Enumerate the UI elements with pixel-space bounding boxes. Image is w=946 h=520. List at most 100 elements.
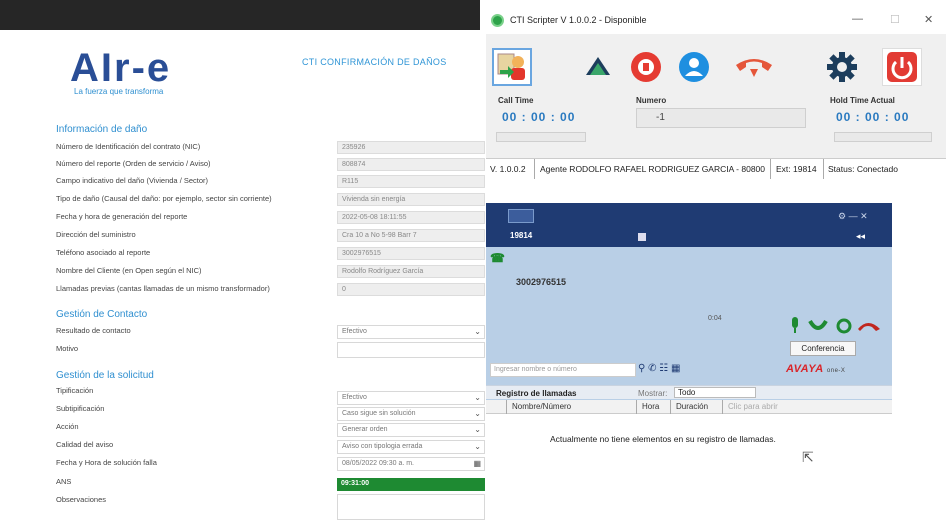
call-log-title: Registro de llamadas	[496, 389, 577, 398]
search-icon[interactable]: ⚲	[638, 363, 645, 374]
contact-result-select[interactable]: Efectivo ⌄	[337, 325, 485, 339]
chevron-down-icon: ⌄	[474, 393, 481, 402]
call-log-header: Registro de llamadas Mostrar: Todo	[486, 385, 892, 399]
chevron-down-icon: ⌄	[474, 327, 481, 336]
field-label-action: Acción	[56, 422, 79, 431]
call-log-columns: Nombre/Número Hora Duración Clic para ab…	[486, 400, 892, 414]
cti-scripter-window: CTI Scripter V 1.0.0.2 - Disponible — ☐ …	[486, 8, 946, 178]
hold-time-label: Hold Time Actual	[830, 96, 895, 105]
reason-input[interactable]	[337, 342, 485, 358]
field-label-typification: Tipificación	[56, 386, 94, 395]
field-label-damage-field: Campo indicativo del daño (Vivienda / Se…	[56, 176, 209, 185]
phone-header: ⚙ — ✕ ◂◂ 19814	[486, 203, 892, 247]
cti-window-title: CTI Scripter V 1.0.0.2 - Disponible	[510, 15, 647, 25]
phone-window-controls[interactable]: ⚙ — ✕	[838, 211, 868, 222]
status-agent: Agente RODOLFO RAFAEL RODRIGUEZ GARCIA -…	[540, 164, 766, 174]
not-ready-button[interactable]	[626, 48, 666, 86]
notice-quality-select[interactable]: Aviso con tipologia errada ⌄	[337, 440, 485, 454]
browser-top-bar	[0, 0, 480, 30]
contact-search-input[interactable]: Ingresar nombre o número	[490, 363, 636, 377]
avaya-brand-sub: one-X	[826, 368, 846, 374]
speaker-icon[interactable]: ◂◂	[856, 231, 865, 242]
column-time[interactable]: Hora	[642, 402, 659, 411]
avaya-phone-window: ⚙ — ✕ ◂◂ 19814 ☎ 3002976515 0:04 Confere…	[486, 203, 892, 520]
gear-icon	[827, 52, 857, 82]
section-damage-info: Información de daño	[56, 124, 148, 135]
solution-datetime-value: 08/05/2022 09:30 a. m.	[342, 460, 414, 467]
ans-value: 09:31:00	[337, 478, 485, 491]
field-value-report-datetime: 2022-05-08 18:11:55	[337, 211, 485, 224]
field-label-report-number: Número del reporte (Orden de servicio / …	[56, 159, 211, 168]
column-duration[interactable]: Duración	[676, 402, 708, 411]
hang-up-button[interactable]	[734, 48, 774, 86]
minimize-icon[interactable]: —	[852, 13, 863, 25]
field-label-solution-datetime: Fecha y Hora de solución falla	[56, 458, 157, 467]
contact-result-value: Efectivo	[342, 328, 367, 335]
call-log-empty-message: Actualmente no tiene elementos en su reg…	[550, 434, 776, 444]
settings-button[interactable]	[822, 48, 862, 86]
dialed-number: 3002976515	[516, 277, 567, 287]
air-e-logo: AIr-e La fuerza que transforma	[70, 48, 171, 96]
notice-quality-value: Aviso con tipologia errada	[342, 443, 423, 450]
column-click-open[interactable]: Clic para abrir	[728, 402, 778, 411]
field-label-damage-type: Tipo de daño (Causal del daño: por ejemp…	[56, 194, 272, 203]
field-label-ans: ANS	[56, 477, 72, 486]
chevron-down-icon: ⌄	[474, 425, 481, 434]
numero-label: Numero	[636, 96, 667, 105]
call-duration: 0:04	[708, 315, 722, 322]
column-name[interactable]: Nombre/Número	[512, 402, 571, 411]
call-icon[interactable]: ✆	[648, 363, 656, 374]
maximize-icon[interactable]: ☐	[890, 13, 900, 26]
field-value-address: Cra 10 a No 5-98 Barr 7	[337, 229, 485, 242]
call-log-filter-select[interactable]: Todo	[674, 387, 756, 398]
status-connection: Status: Conectado	[828, 164, 898, 174]
transfer-icon[interactable]	[836, 318, 852, 334]
field-value-report-number: 808874	[337, 158, 485, 171]
power-icon	[887, 52, 917, 82]
field-value-phone: 3002976515	[337, 247, 485, 260]
solution-datetime-input[interactable]: 08/05/2022 09:30 a. m. ▦	[337, 457, 485, 471]
logo-wordmark: AIr-e	[70, 46, 172, 90]
section-request: Gestión de la solicitud	[56, 370, 154, 381]
contacts-icon[interactable]: ☷	[659, 363, 668, 374]
field-value-nic: 235926	[337, 141, 485, 154]
call-log-filter-value: Todo	[678, 388, 696, 397]
field-label-observations: Observaciones	[56, 495, 107, 504]
contacts-button[interactable]	[674, 48, 714, 86]
field-value-damage-type: Vivienda sin energía	[337, 193, 485, 206]
subtypification-value: Caso sigue sin solución	[342, 410, 416, 417]
typification-select[interactable]: Efectivo ⌄	[337, 391, 485, 405]
microphone-icon[interactable]	[792, 317, 798, 333]
ready-button[interactable]	[578, 48, 618, 86]
power-button[interactable]	[882, 48, 922, 86]
field-value-previous-calls: 0	[337, 283, 485, 296]
grid-icon[interactable]: ▦	[671, 363, 680, 374]
screen: { "form": { "logo_text": "AIr-e", "logo_…	[0, 0, 946, 520]
field-label-phone: Teléfono asociado al reporte	[56, 248, 151, 257]
cti-app-icon	[491, 14, 504, 27]
call-time-label: Call Time	[498, 96, 534, 105]
field-value-client-name: Rodolfo Rodríguez García	[337, 265, 485, 278]
observations-textarea[interactable]	[337, 494, 485, 520]
phone-menu-icon[interactable]	[508, 209, 534, 223]
calendar-icon[interactable]: ▦	[473, 459, 481, 468]
field-label-report-datetime: Fecha y hora de generación del reporte	[56, 212, 188, 221]
avaya-logo: AVAYA one-X	[786, 363, 845, 375]
field-label-previous-calls: Llamadas previas (cantas llamadas de un …	[56, 284, 270, 293]
status-version: V. 1.0.0.2	[490, 164, 526, 174]
hold-icon[interactable]	[808, 319, 828, 330]
conference-button[interactable]: Conferencia	[790, 341, 856, 356]
active-call-icon: ☎	[490, 251, 505, 265]
numero-value: -1	[656, 112, 665, 123]
field-label-reason: Motivo	[56, 344, 79, 353]
field-label-client-name: Nombre del Cliente (en Open según el NIC…	[56, 266, 202, 275]
action-select[interactable]: Generar orden ⌄	[337, 423, 485, 437]
subtypification-select[interactable]: Caso sigue sin solución ⌄	[337, 407, 485, 421]
ready-icon	[586, 57, 610, 75]
end-call-icon[interactable]	[858, 323, 880, 331]
cti-title-bar: CTI Scripter V 1.0.0.2 - Disponible — ☐ …	[486, 8, 946, 34]
field-label-nic: Número de Identificación del contrato (N…	[56, 142, 201, 151]
agent-login-button[interactable]	[492, 48, 532, 86]
avaya-brand: AVAYA	[786, 363, 824, 375]
close-icon[interactable]: ✕	[924, 13, 933, 26]
